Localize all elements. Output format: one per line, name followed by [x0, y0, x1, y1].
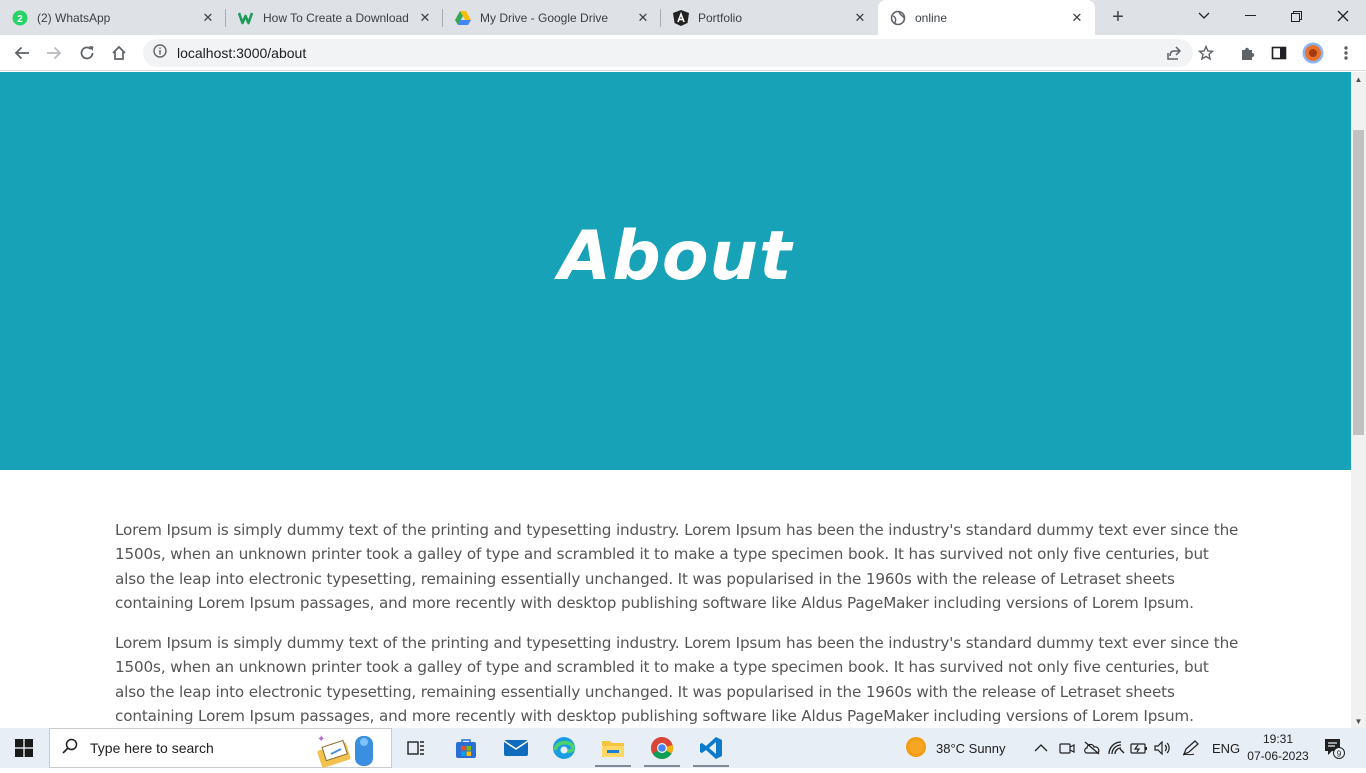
url-text: localhost:3000/about: [177, 45, 307, 61]
w-logo-icon: [238, 10, 254, 26]
forward-button[interactable]: [39, 38, 69, 68]
onedrive-offline-icon[interactable]: [1083, 728, 1101, 768]
scroll-up-arrow-icon[interactable]: ▲: [1351, 72, 1366, 86]
pen-workspace-icon[interactable]: [1182, 728, 1200, 768]
tab-search-chevron-icon[interactable]: [1181, 0, 1227, 32]
about-paragraph: Lorem Ipsum is simply dummy text of the …: [115, 521, 1239, 612]
search-highlight-illustration-icon: ✦: [313, 732, 387, 773]
tab-title: (2) WhatsApp: [37, 10, 111, 25]
notification-center-icon[interactable]: 9: [1323, 728, 1345, 768]
scroll-down-arrow-icon[interactable]: ▼: [1351, 714, 1366, 728]
show-hidden-icons-chevron-icon[interactable]: [1034, 728, 1048, 768]
language-indicator[interactable]: ENG: [1212, 728, 1240, 768]
close-window-button[interactable]: [1320, 0, 1366, 32]
mail-icon[interactable]: [492, 728, 540, 768]
file-explorer-icon[interactable]: [589, 728, 637, 768]
browser-toolbar: localhost:3000/about: [0, 35, 1366, 71]
restore-button[interactable]: [1273, 0, 1319, 32]
share-icon[interactable]: [1159, 38, 1189, 68]
search-placeholder: Type here to search: [90, 740, 214, 756]
side-panel-icon[interactable]: [1264, 38, 1294, 68]
tab-portfolio[interactable]: Portfolio ✕: [661, 0, 878, 35]
profile-avatar[interactable]: [1298, 38, 1328, 68]
page-title: About: [558, 216, 793, 296]
scrollbar-thumb[interactable]: [1353, 130, 1364, 435]
vscode-icon[interactable]: [687, 728, 735, 768]
google-drive-icon: [455, 10, 471, 26]
minimize-button[interactable]: [1227, 0, 1273, 32]
clock-date: 07-06-2023: [1247, 749, 1309, 763]
home-button[interactable]: [104, 38, 134, 68]
svg-text:9: 9: [1337, 750, 1342, 759]
new-tab-button[interactable]: +: [1103, 0, 1133, 35]
windows-taskbar: Type here to search ✦ 38°C Sunny ENG 19:…: [0, 728, 1366, 768]
clock-time: 19:31: [1262, 732, 1294, 746]
globe-icon: [890, 10, 906, 26]
whatsapp-icon: 2: [12, 10, 28, 26]
tab-online[interactable]: online ✕: [878, 0, 1095, 35]
clock[interactable]: 19:31 07-06-2023: [1247, 731, 1309, 765]
network-wifi-icon[interactable]: [1108, 728, 1126, 768]
back-button[interactable]: [7, 38, 37, 68]
close-tab-icon[interactable]: ✕: [852, 10, 868, 26]
search-icon: [62, 738, 78, 759]
task-view-icon[interactable]: [392, 728, 440, 768]
weather-text: 38°C Sunny: [936, 740, 1006, 756]
bookmark-star-icon[interactable]: [1191, 38, 1221, 68]
weather-widget[interactable]: 38°C Sunny: [905, 728, 1006, 768]
meet-now-icon[interactable]: [1059, 728, 1075, 768]
angular-icon: [673, 9, 689, 26]
tab-title: My Drive - Google Drive: [480, 10, 609, 25]
close-tab-icon[interactable]: ✕: [635, 10, 651, 26]
tab-title: Portfolio: [698, 10, 743, 25]
svg-text:✦: ✦: [317, 734, 325, 745]
page-scrollbar[interactable]: ▲ ▼: [1351, 72, 1366, 728]
extensions-puzzle-icon[interactable]: [1232, 38, 1262, 68]
close-tab-icon[interactable]: ✕: [417, 10, 433, 26]
tab-strip: 2 (2) WhatsApp ✕ How To Create a Downloa…: [0, 0, 1366, 35]
close-tab-icon[interactable]: ✕: [1069, 10, 1085, 26]
tab-title: online: [915, 10, 948, 25]
edge-icon[interactable]: [540, 728, 588, 768]
tab-whatsapp[interactable]: 2 (2) WhatsApp ✕: [0, 0, 226, 35]
menu-kebab-icon[interactable]: [1331, 38, 1361, 68]
site-info-icon[interactable]: [153, 43, 167, 63]
address-bar[interactable]: localhost:3000/about: [143, 39, 1193, 67]
tab-title: How To Create a Download Button: [263, 10, 411, 25]
page-viewport: About Lorem Ipsum is simply dummy text o…: [0, 72, 1351, 728]
sun-icon: [905, 736, 927, 761]
reload-button[interactable]: [72, 38, 102, 68]
microsoft-store-icon[interactable]: [442, 728, 490, 768]
svg-text:2: 2: [17, 14, 23, 25]
close-tab-icon[interactable]: ✕: [200, 10, 216, 26]
about-content: Lorem Ipsum is simply dummy text of the …: [0, 470, 1240, 728]
taskbar-search-box[interactable]: Type here to search ✦: [49, 728, 392, 768]
chrome-icon[interactable]: [638, 728, 686, 768]
windows-start-button[interactable]: [0, 728, 48, 768]
battery-charging-icon[interactable]: [1130, 728, 1148, 768]
volume-icon[interactable]: [1154, 728, 1172, 768]
hero-banner: About: [0, 72, 1351, 470]
about-paragraph: Lorem Ipsum is simply dummy text of the …: [115, 634, 1239, 726]
tab-download-button[interactable]: How To Create a Download Button ✕: [226, 0, 443, 35]
tab-google-drive[interactable]: My Drive - Google Drive ✕: [443, 0, 661, 35]
